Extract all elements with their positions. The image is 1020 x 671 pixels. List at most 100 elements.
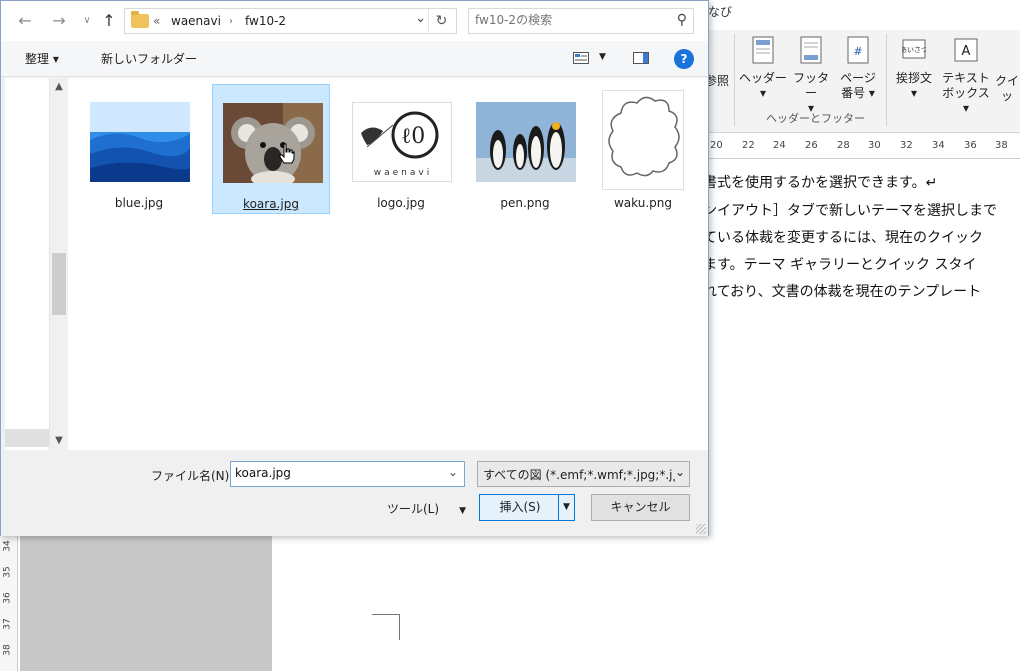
- ribbon-page-number-label-2: 番号 ▾: [841, 86, 875, 100]
- ruler-tick: 26: [805, 140, 818, 151]
- filetype-value: すべての図 (*.emf;*.wmf;*.jpg;*.jp: [483, 468, 681, 482]
- filetype-select[interactable]: すべての図 (*.emf;*.wmf;*.jpg;*.jp ⌄: [477, 461, 690, 487]
- forward-arrow-icon[interactable]: →: [49, 10, 69, 32]
- cancel-button[interactable]: キャンセル: [591, 494, 690, 521]
- svg-text:あいさつ: あいさつ: [902, 46, 926, 54]
- search-box[interactable]: ⚲: [468, 8, 694, 34]
- vruler-tick: 36: [2, 592, 13, 604]
- doc-line: ている体裁を変更するには、現在のクイック: [703, 230, 983, 246]
- document-body[interactable]: 書式を使用するかを選択できます。↵ ンイアウト］タブで新しいテーマを選択しまで …: [700, 160, 1020, 340]
- page-corner-mark: [372, 614, 400, 640]
- doc-line: れており、文書の体裁を現在のテンプレート: [703, 284, 982, 300]
- ruler-tick: 24: [773, 140, 786, 151]
- ribbon-textbox-label-2: ボックス ▾: [942, 86, 990, 115]
- nav-scrollbar[interactable]: ▲ ▼: [50, 78, 68, 450]
- ruler-tick: 28: [837, 140, 850, 151]
- text-box-icon: A: [954, 38, 978, 62]
- svg-text:#: #: [853, 45, 862, 58]
- insert-button[interactable]: 挿入(S) ▼: [479, 494, 575, 521]
- ribbon-separator: [886, 34, 887, 126]
- ribbon-footer-button[interactable]: フッター ▾: [788, 36, 834, 115]
- scroll-down-icon[interactable]: ▼: [50, 432, 68, 450]
- header-icon: [752, 36, 774, 64]
- recent-chevron-icon[interactable]: ∨: [77, 10, 97, 32]
- ribbon-page-number-button[interactable]: # ページ 番号 ▾: [836, 36, 880, 106]
- view-dropdown-icon[interactable]: ▼: [599, 52, 606, 62]
- mountain-thumbnail: [90, 102, 190, 182]
- up-arrow-icon[interactable]: ↑: [99, 10, 119, 32]
- search-input[interactable]: [475, 13, 655, 27]
- document-page[interactable]: [272, 535, 1020, 671]
- penguin-thumbnail: [476, 102, 576, 182]
- filetype-dropdown-icon[interactable]: ⌄: [672, 465, 685, 479]
- ribbon-group-label: ヘッダーとフッター: [766, 112, 865, 125]
- file-item-koara[interactable]: koara.jpg: [212, 84, 330, 214]
- folder-icon: [131, 11, 149, 28]
- ribbon-textbox-button[interactable]: A テキスト ボックス ▾: [938, 36, 994, 115]
- ruler-tick: 22: [742, 140, 755, 151]
- filename-input[interactable]: [235, 466, 435, 480]
- file-name: koara.jpg: [243, 197, 299, 211]
- ribbon-textbox-label-1: テキスト: [942, 71, 990, 85]
- navigation-pane[interactable]: [5, 78, 50, 450]
- breadcrumb-separator-icon[interactable]: ›: [229, 16, 233, 27]
- nav-horizontal-scrollbar[interactable]: [5, 429, 49, 447]
- dropdown-arrow-icon: ▾: [910, 86, 918, 100]
- ruler-tick: 20: [710, 140, 723, 151]
- vruler-tick: 35: [2, 566, 13, 578]
- greeting-icon: あいさつ: [900, 39, 928, 59]
- insert-label: 挿入(S): [499, 500, 541, 514]
- breadcrumb-fw10-2[interactable]: fw10-2: [245, 14, 286, 28]
- vruler-tick: 34: [2, 540, 13, 552]
- file-name: waku.png: [613, 196, 672, 210]
- word-title-text: なび: [708, 5, 733, 19]
- help-icon[interactable]: ?: [674, 49, 694, 69]
- address-row: ← → ∨ ↑ « waenavi › fw10-2 ⌄ ↻ ⚲: [1, 1, 708, 41]
- ribbon-greeting-button[interactable]: あいさつ 挨拶文 ▾: [892, 36, 936, 106]
- overflow-chevron-icon[interactable]: «: [153, 14, 160, 28]
- ribbon-quick-label: クイッ: [994, 74, 1019, 103]
- file-name: pen.png: [500, 196, 550, 210]
- preview-pane-icon[interactable]: [633, 52, 649, 64]
- filename-label: ファイル名(N):: [151, 469, 234, 483]
- dialog-footer: ファイル名(N): ⌄ すべての図 (*.emf;*.wmf;*.jpg;*.j…: [1, 450, 708, 536]
- hand-cursor-icon: [279, 143, 295, 164]
- scroll-thumb[interactable]: [52, 253, 66, 315]
- ruler-tick: 38: [995, 140, 1008, 151]
- ribbon-separator: [734, 34, 735, 126]
- address-bar[interactable]: « waenavi › fw10-2 ⌄ ↻: [124, 8, 457, 34]
- back-arrow-icon[interactable]: ←: [15, 10, 35, 32]
- file-item-logo[interactable]: ℓ0 waenavi logo.jpg: [342, 84, 460, 214]
- tools-menu[interactable]: ツール(L) ▼: [387, 500, 466, 517]
- file-list[interactable]: blue.jpg koara.jpg ℓ0 waenavi logo.jpg p…: [68, 78, 708, 450]
- breadcrumb-waenavi[interactable]: waenavi: [171, 14, 221, 28]
- filename-dropdown-icon[interactable]: ⌄: [448, 465, 458, 479]
- organize-button[interactable]: 整理 ▾: [25, 50, 59, 67]
- scroll-up-icon[interactable]: ▲: [50, 78, 68, 96]
- file-item-blue[interactable]: blue.jpg: [80, 84, 198, 214]
- dropdown-arrow-icon: ▾: [759, 86, 767, 100]
- file-item-pen[interactable]: pen.png: [466, 84, 584, 214]
- resize-grip[interactable]: [696, 524, 706, 534]
- vruler-tick: 38: [2, 644, 13, 656]
- filename-field[interactable]: ⌄: [230, 461, 465, 487]
- address-dropdown-icon[interactable]: ⌄: [415, 11, 426, 26]
- ribbon-greeting-label: 挨拶文: [895, 71, 932, 85]
- frame-thumbnail: [602, 90, 684, 190]
- view-options-icon[interactable]: [573, 52, 589, 64]
- svg-text:ℓ0: ℓ0: [401, 124, 426, 149]
- file-name: logo.jpg: [377, 196, 425, 210]
- insert-dropdown-icon[interactable]: ▼: [558, 495, 574, 520]
- ribbon-header-button[interactable]: ヘッダー ▾: [738, 36, 788, 106]
- tools-dropdown-icon: ▼: [459, 506, 466, 516]
- new-folder-button[interactable]: 新しいフォルダー: [101, 50, 197, 67]
- command-bar: 整理 ▾ 新しいフォルダー ▼ ?: [1, 41, 708, 77]
- ruler-tick: 34: [932, 140, 945, 151]
- vertical-ruler: 34 35 36 37 38: [0, 535, 18, 671]
- koala-thumbnail: [223, 103, 323, 183]
- page-gap: [20, 535, 272, 671]
- refresh-icon[interactable]: ↻: [428, 9, 454, 33]
- ribbon-quick-button[interactable]: クイッ: [994, 74, 1020, 144]
- file-item-waku[interactable]: waku.png: [584, 84, 702, 214]
- svg-text:waenavi: waenavi: [374, 168, 432, 178]
